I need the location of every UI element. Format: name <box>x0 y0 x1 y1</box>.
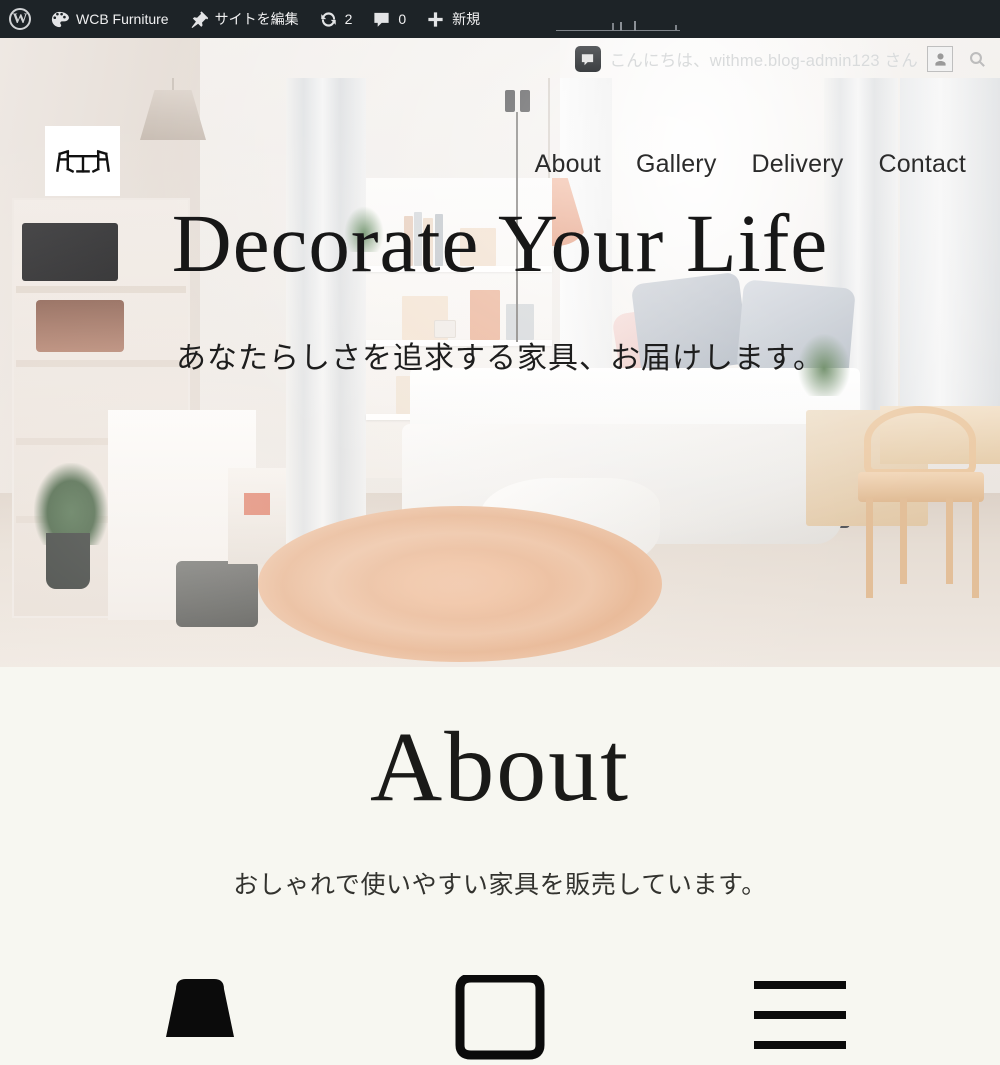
sofa-icon <box>430 975 570 1060</box>
admin-bar-new-content-label: 新規 <box>452 11 481 27</box>
about-section: About おしゃれで使いやすい家具を販売しています。 <box>0 667 1000 1000</box>
admin-bar-comments-count: 0 <box>398 11 407 27</box>
admin-bar-greeting[interactable]: こんにちは、withme.blog-admin123 さん <box>610 47 918 71</box>
user-avatar-icon[interactable] <box>927 46 953 72</box>
about-lead: おしゃれで使いやすい家具を販売しています。 <box>233 871 767 899</box>
admin-bar-comments[interactable]: 0 <box>362 0 416 38</box>
admin-bar-updates[interactable]: 2 <box>309 0 363 38</box>
comment-bubble-icon[interactable] <box>574 46 601 72</box>
about-heading: About <box>370 711 630 822</box>
hero-copy: Decorate Your Life あなたらしさを追求する家具、お届けします。 <box>0 38 1000 667</box>
wp-admin-bar: W WCB Furniture サイトを編集 2 0 新規 <box>0 0 1000 38</box>
admin-bar-edit-site[interactable]: サイトを編集 <box>179 0 309 38</box>
primary-navigation: About Gallery Delivery Contact <box>535 150 966 179</box>
nav-item-delivery[interactable]: Delivery <box>752 150 844 179</box>
admin-bar-site-name[interactable]: WCB Furniture <box>40 0 179 38</box>
pin-icon <box>189 10 208 29</box>
site-logo[interactable] <box>45 126 120 196</box>
admin-bar-edit-site-label: サイトを編集 <box>214 11 299 27</box>
search-icon[interactable] <box>964 46 990 72</box>
comment-icon <box>372 10 391 29</box>
nav-item-contact[interactable]: Contact <box>878 150 966 179</box>
update-icon <box>319 10 338 29</box>
nav-item-gallery[interactable]: Gallery <box>636 150 717 179</box>
admin-bar-site-name-label: WCB Furniture <box>76 11 169 27</box>
palette-icon <box>50 10 69 29</box>
plus-icon <box>426 10 445 29</box>
hero-subtitle: あなたらしさを追求する家具、お届けします。 <box>176 342 824 376</box>
hero-section: About Gallery Delivery Contact Decorate … <box>0 38 1000 667</box>
admin-bar-wp-logo[interactable]: W <box>0 0 40 38</box>
wordpress-icon: W <box>9 8 31 30</box>
about-feature-icons <box>0 975 1000 1060</box>
table-and-chairs-icon <box>55 149 110 174</box>
lamp-icon <box>130 975 270 1037</box>
hero-title: Decorate Your Life <box>171 196 829 289</box>
shelf-icon <box>730 975 870 1049</box>
admin-bar-new-content[interactable]: 新規 <box>416 0 490 38</box>
admin-bar-clipped-item[interactable] <box>556 20 688 33</box>
admin-bar-updates-count: 2 <box>344 11 353 27</box>
nav-item-about[interactable]: About <box>535 150 601 179</box>
